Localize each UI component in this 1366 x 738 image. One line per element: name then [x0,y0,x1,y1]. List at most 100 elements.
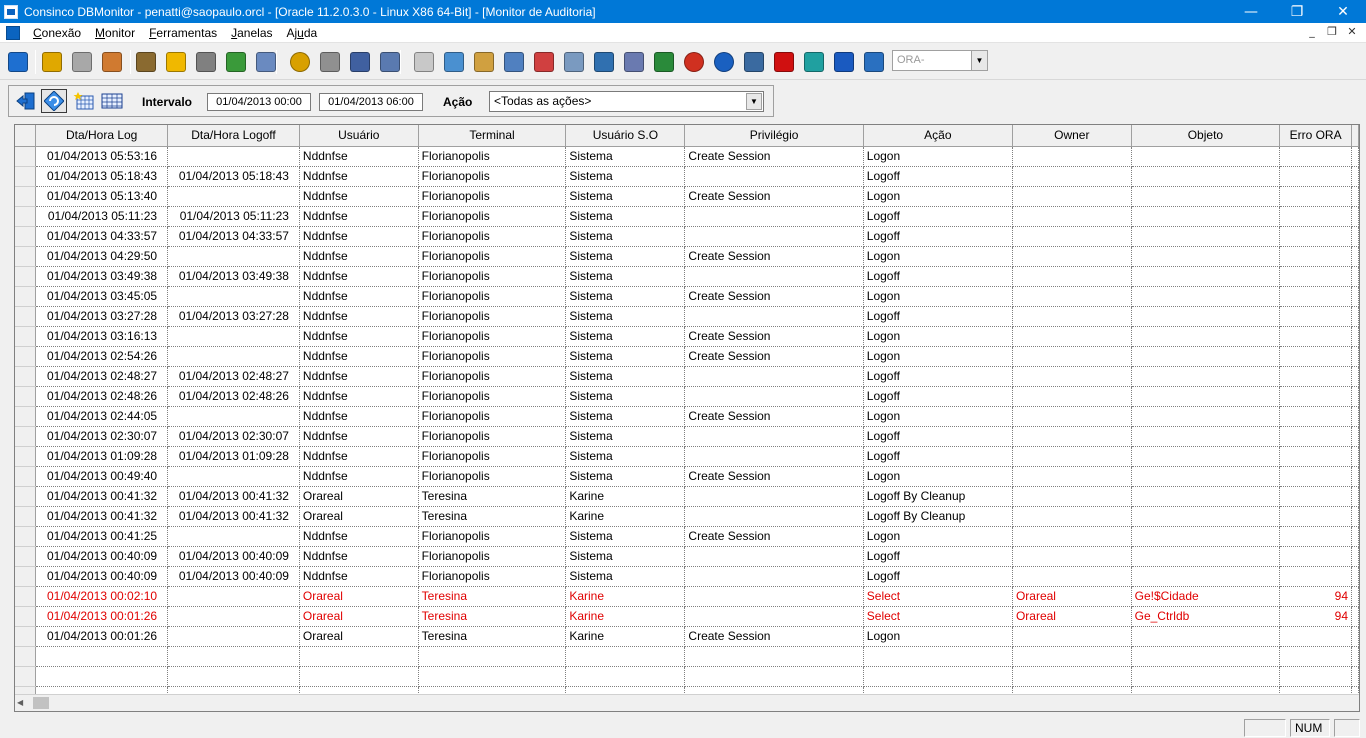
calculator-button[interactable] [741,49,767,75]
key-gray-button[interactable] [69,49,95,75]
alarm-button[interactable] [681,49,707,75]
row-indicator[interactable] [15,606,37,627]
table-row[interactable]: 01/04/2013 00:40:09 01/04/2013 00:40:09 Nd… [15,566,1359,587]
row-indicator[interactable] [15,626,37,647]
date-from-field[interactable]: 01/04/2013 00:00 [207,93,311,111]
table-row[interactable]: 01/04/2013 00:41:32 01/04/2013 00:41:32 Or… [15,486,1359,507]
copy-button[interactable] [377,49,403,75]
column-header[interactable]: Privilégio [684,125,864,147]
table-row[interactable]: 01/04/2013 05:13:40 Nddnfse Florianopolis S… [15,186,1359,207]
row-indicator[interactable] [15,546,37,567]
table-row[interactable]: 01/04/2013 03:16:13 Nddnfse Florianopolis S… [15,326,1359,347]
table-row[interactable]: 01/04/2013 01:09:28 01/04/2013 01:09:28 Nd… [15,446,1359,467]
report-button[interactable] [471,49,497,75]
column-header[interactable]: Usuário S.O [565,125,686,147]
row-indicator[interactable] [15,206,37,227]
column-header[interactable]: Dta/Hora Logoff [167,125,300,147]
minimize-button[interactable]: — [1228,0,1274,23]
table-row[interactable]: 01/04/2013 03:27:28 01/04/2013 03:27:28 Nd… [15,306,1359,327]
key-button[interactable] [39,49,65,75]
exit-button[interactable] [5,49,31,75]
row-indicator[interactable] [15,466,37,487]
table-row[interactable]: 01/04/2013 02:48:27 01/04/2013 02:48:27 Nd… [15,366,1359,387]
close-button[interactable]: ✕ [1320,0,1366,23]
database-button[interactable] [317,49,343,75]
scroll-left-icon[interactable]: ◀ [17,698,23,707]
column-header[interactable]: Erro ORA [1279,125,1352,147]
glasses-button[interactable] [193,49,219,75]
star-button[interactable] [163,49,189,75]
row-indicator[interactable] [15,346,37,367]
row-indicator[interactable] [15,306,37,327]
row-indicator[interactable] [15,166,37,187]
row-indicator[interactable] [15,146,37,167]
table-row[interactable]: 01/04/2013 00:41:25 Nddnfse Florianopolis S… [15,526,1359,547]
ora-error-select[interactable]: ORA- ▼ [892,50,988,71]
menu-item-Monitor[interactable]: Monitor [88,23,142,43]
objects-button[interactable] [253,49,279,75]
menu-item-Janelas[interactable]: Janelas [224,23,279,43]
back-button[interactable] [831,49,857,75]
row-indicator[interactable] [15,386,37,407]
row-indicator[interactable] [15,366,37,387]
info-button[interactable] [711,49,737,75]
menu-item-Ferramentas[interactable]: Ferramentas [142,23,224,43]
table-row[interactable]: 01/04/2013 00:49:40 Nddnfse Florianopolis S… [15,466,1359,487]
restore-button[interactable]: ❐ [1274,0,1320,23]
refresh-button[interactable] [41,89,67,113]
row-indicator[interactable] [15,446,37,467]
table-row[interactable]: 01/04/2013 04:29:50 Nddnfse Florianopolis S… [15,246,1359,267]
row-indicator[interactable] [15,526,37,547]
table-row[interactable]: 01/04/2013 00:40:09 01/04/2013 00:40:09 Nd… [15,546,1359,567]
document-button[interactable] [411,49,437,75]
date-to-field[interactable]: 01/04/2013 06:00 [319,93,423,111]
action-select[interactable]: <Todas as ações> ▼ [489,91,764,112]
column-header[interactable]: Ação [863,125,1013,147]
row-indicator[interactable] [15,266,37,287]
table-row[interactable]: 01/04/2013 03:45:05 Nddnfse Florianopolis S… [15,286,1359,307]
row-indicator[interactable] [15,506,37,527]
exit-filter-button[interactable] [13,89,39,113]
preview-button[interactable] [441,49,467,75]
chevron-down-icon[interactable]: ▼ [746,93,762,110]
help-book-button[interactable] [861,49,887,75]
users-button[interactable] [347,49,373,75]
column-header[interactable]: Terminal [418,125,567,147]
oracle-button[interactable] [771,49,797,75]
table-row[interactable]: 01/04/2013 05:11:23 01/04/2013 05:11:23 Nd… [15,206,1359,227]
row-indicator[interactable] [15,246,37,267]
row-indicator[interactable] [15,286,37,307]
table-row[interactable]: 01/04/2013 05:53:16 Nddnfse Florianopolis S… [15,146,1359,167]
new-schedule-button[interactable] [71,89,97,113]
row-indicator[interactable] [15,486,37,507]
table-row[interactable]: 01/04/2013 02:54:26 Nddnfse Florianopolis S… [15,346,1359,367]
table-row[interactable]: 01/04/2013 02:30:07 01/04/2013 02:30:07 Nd… [15,426,1359,447]
menu-item-Conexão[interactable]: Conexão [26,23,88,43]
lock-button[interactable] [133,49,159,75]
table-row[interactable]: 01/04/2013 05:18:43 01/04/2013 05:18:43 Nd… [15,166,1359,187]
scrollbar-thumb[interactable] [33,697,49,709]
sessions-button[interactable] [223,49,249,75]
mdi-restore-button[interactable]: ❐ [1322,25,1342,41]
chevron-down-icon[interactable]: ▼ [971,51,987,70]
user-button[interactable] [99,49,125,75]
column-header[interactable]: Dta/Hora Log [35,125,169,147]
horizontal-scrollbar[interactable]: ◀ [15,694,1359,711]
row-indicator[interactable] [15,326,37,347]
row-indicator[interactable] [15,186,37,207]
row-indicator[interactable] [15,586,37,607]
gear-button[interactable] [801,49,827,75]
monitor-button[interactable] [591,49,617,75]
column-header[interactable]: Owner [1012,125,1132,147]
group-button[interactable] [621,49,647,75]
column-header[interactable]: Objeto [1131,125,1281,147]
menu-item-Ajuda[interactable]: Ajuda [280,23,325,43]
table-row[interactable]: 01/04/2013 02:44:05 Nddnfse Florianopolis S… [15,406,1359,427]
column-header[interactable]: Usuário [299,125,419,147]
table-row[interactable]: 01/04/2013 04:33:57 01/04/2013 04:33:57 Nd… [15,226,1359,247]
table-row[interactable]: 01/04/2013 00:01:26 Orareal Teresina Karine… [15,606,1359,627]
table-row[interactable]: 01/04/2013 03:49:38 01/04/2013 03:49:38 Nd… [15,266,1359,287]
table-row[interactable]: 01/04/2013 02:48:26 01/04/2013 02:48:26 Nd… [15,386,1359,407]
clock-button[interactable] [287,49,313,75]
row-indicator[interactable] [15,426,37,447]
